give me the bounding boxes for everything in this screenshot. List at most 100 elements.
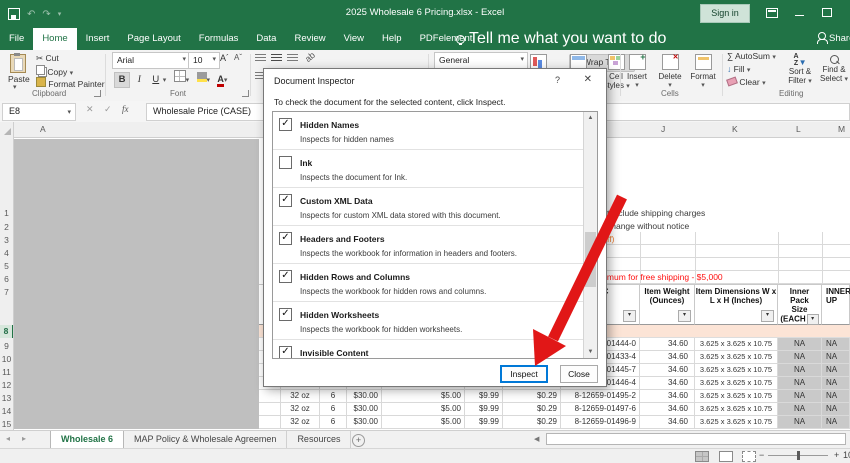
cell-inner-upc[interactable]: NA bbox=[822, 403, 850, 416]
cell-dimensions[interactable]: 3.625 x 3.625 x 10.75 bbox=[695, 364, 778, 377]
ribbon-tab[interactable]: Insert bbox=[77, 28, 119, 50]
bold-button[interactable]: B bbox=[114, 72, 130, 88]
cell-inner-pack[interactable]: NA bbox=[778, 403, 822, 416]
cell-weight[interactable]: 34.60 bbox=[640, 364, 695, 377]
cell-inner-pack[interactable]: NA bbox=[778, 338, 822, 351]
column-header[interactable]: A bbox=[40, 122, 46, 137]
borders-dropdown-icon[interactable]: ▾ bbox=[186, 77, 190, 84]
italic-button[interactable]: I bbox=[132, 73, 146, 87]
inspector-item-label[interactable]: Hidden Rows and Columns bbox=[300, 272, 410, 282]
inspector-item-checkbox[interactable] bbox=[279, 270, 292, 283]
cell-dimensions[interactable]: 3.625 x 3.625 x 10.75 bbox=[695, 403, 778, 416]
sign-in-button[interactable]: Sign in bbox=[700, 4, 750, 23]
inspector-item-label[interactable]: Hidden Names bbox=[300, 120, 359, 130]
autosum-button[interactable]: ∑ AutoSum ▾ bbox=[727, 51, 776, 61]
row-header[interactable]: 3 bbox=[0, 234, 13, 247]
column-header[interactable]: J bbox=[661, 122, 665, 137]
zoom-in-icon[interactable]: + bbox=[834, 450, 839, 460]
inspector-item-label[interactable]: Custom XML Data bbox=[300, 196, 373, 206]
sheet-tab[interactable]: Resources bbox=[287, 431, 352, 449]
note-discount[interactable]: ff) bbox=[607, 233, 614, 246]
cell-map-price[interactable]: $9.99 bbox=[465, 416, 503, 429]
row-header[interactable]: 2 bbox=[0, 221, 13, 234]
grow-font-button[interactable]: A´ bbox=[220, 53, 229, 63]
clear-button[interactable]: Clear ▾ bbox=[726, 76, 766, 87]
minimize-icon[interactable] bbox=[795, 15, 804, 16]
top-align-icon[interactable] bbox=[255, 54, 266, 62]
column-header[interactable]: M bbox=[838, 122, 845, 137]
paste-dropdown-icon[interactable]: ▾ bbox=[13, 83, 17, 91]
inspector-item-checkbox[interactable] bbox=[279, 118, 292, 131]
clipboard-launcher-icon[interactable] bbox=[94, 90, 101, 97]
inspector-item-label[interactable]: Ink bbox=[300, 158, 312, 168]
note-notice[interactable]: change without notice bbox=[607, 220, 689, 233]
ribbon-tab[interactable]: Home bbox=[33, 28, 77, 50]
cell-case-price[interactable]: $30.00 bbox=[347, 403, 382, 416]
underline-button[interactable]: U bbox=[149, 73, 163, 87]
font-size-select[interactable]: 10 ▾ bbox=[188, 52, 220, 69]
note-free-shipping-minimum[interactable]: imum for free shipping - $5,000 bbox=[605, 271, 723, 284]
ribbon-tab[interactable]: File bbox=[0, 28, 33, 50]
row-header[interactable]: 12 bbox=[0, 379, 13, 392]
delete-cells-button[interactable]: Delete ▾ bbox=[654, 50, 686, 89]
cell-weight[interactable]: 34.60 bbox=[640, 416, 695, 429]
sheet-tab[interactable]: Wholesale 6 bbox=[50, 431, 125, 449]
cell-upc[interactable]: 8-12659-01495-2 bbox=[561, 390, 640, 403]
inspector-item-label[interactable]: Headers and Footers bbox=[300, 234, 385, 244]
ribbon-display-options-icon[interactable] bbox=[766, 8, 778, 18]
cell-inner-upc[interactable]: NA bbox=[822, 364, 850, 377]
cell-inner-upc[interactable]: NA bbox=[822, 390, 850, 403]
restore-icon[interactable] bbox=[822, 8, 832, 17]
cut-button[interactable]: ✂ Cut bbox=[36, 53, 59, 64]
cell-upc[interactable]: 8-12659-01497-6 bbox=[561, 403, 640, 416]
note-shipping[interactable]: t include shipping charges bbox=[607, 207, 705, 220]
ribbon-tab[interactable]: Review bbox=[285, 28, 334, 50]
cancel-icon[interactable]: ✕ bbox=[86, 104, 94, 115]
insert-cells-button[interactable]: Insert ▾ bbox=[621, 50, 653, 89]
dialog-scroll-thumb[interactable] bbox=[585, 232, 596, 287]
cell-weight[interactable]: 34.60 bbox=[640, 377, 695, 390]
borders-icon[interactable] bbox=[173, 70, 186, 82]
row-header[interactable]: 14 bbox=[0, 405, 13, 418]
ribbon-tab[interactable]: Page Layout bbox=[118, 28, 189, 50]
ribbon-tab[interactable]: Formulas bbox=[190, 28, 248, 50]
filter-dropdown-icon[interactable]: ▾ bbox=[761, 310, 774, 322]
row-header[interactable]: 4 bbox=[0, 247, 13, 260]
cell-dimensions[interactable]: 3.625 x 3.625 x 10.75 bbox=[695, 351, 778, 364]
cell-price-per-oz[interactable]: $0.29 bbox=[503, 403, 561, 416]
cell-size[interactable]: 32 oz bbox=[281, 390, 320, 403]
inspector-item-checkbox[interactable] bbox=[279, 232, 292, 245]
cell-map-price[interactable]: $9.99 bbox=[465, 403, 503, 416]
inspector-item-label[interactable]: Invisible Content bbox=[300, 348, 368, 358]
row-header[interactable]: 1 bbox=[0, 207, 13, 220]
column-header[interactable]: L bbox=[796, 122, 801, 137]
row-header[interactable]: 8 bbox=[0, 325, 13, 338]
ribbon-tab[interactable]: Help bbox=[373, 28, 411, 50]
cell-weight[interactable]: 34.60 bbox=[640, 338, 695, 351]
row-header[interactable]: 11 bbox=[0, 366, 13, 379]
tab-scroll-right-icon[interactable]: ▸ bbox=[22, 434, 26, 443]
zoom-percentage[interactable]: 100% bbox=[843, 450, 850, 460]
dialog-help-icon[interactable]: ? bbox=[555, 75, 560, 85]
filter-dropdown-icon[interactable]: ▾ bbox=[806, 314, 819, 325]
header-cell-inner-upc[interactable]: INNER UP bbox=[822, 285, 850, 325]
font-family-select[interactable]: Arial ▾ bbox=[112, 52, 190, 69]
zoom-slider-thumb[interactable] bbox=[797, 451, 800, 460]
filter-dropdown-icon[interactable]: ▾ bbox=[623, 310, 636, 322]
font-launcher-icon[interactable] bbox=[242, 90, 249, 97]
paste-button[interactable]: Paste bbox=[8, 74, 30, 84]
cell-map-price[interactable]: $9.99 bbox=[465, 390, 503, 403]
bottom-align-icon[interactable] bbox=[287, 54, 298, 62]
cell-case-pack[interactable]: 6 bbox=[320, 403, 347, 416]
cell-dimensions[interactable]: 3.625 x 3.625 x 10.75 bbox=[695, 416, 778, 429]
cell-upc[interactable]: 8-12659-01496-9 bbox=[561, 416, 640, 429]
cell-each-price[interactable]: $5.00 bbox=[382, 416, 465, 429]
cell-inner-upc[interactable]: NA bbox=[822, 338, 850, 351]
orientation-icon[interactable]: ab bbox=[303, 50, 317, 64]
ribbon-tab[interactable]: View bbox=[335, 28, 373, 50]
new-sheet-icon[interactable]: + bbox=[352, 434, 365, 447]
page-layout-view-icon[interactable] bbox=[719, 451, 733, 462]
header-cell-inner-pack[interactable]: Inner Pack Size (EACH ▾ bbox=[778, 285, 822, 325]
cell-b[interactable] bbox=[259, 390, 281, 403]
cell-inner-upc[interactable]: NA bbox=[822, 351, 850, 364]
